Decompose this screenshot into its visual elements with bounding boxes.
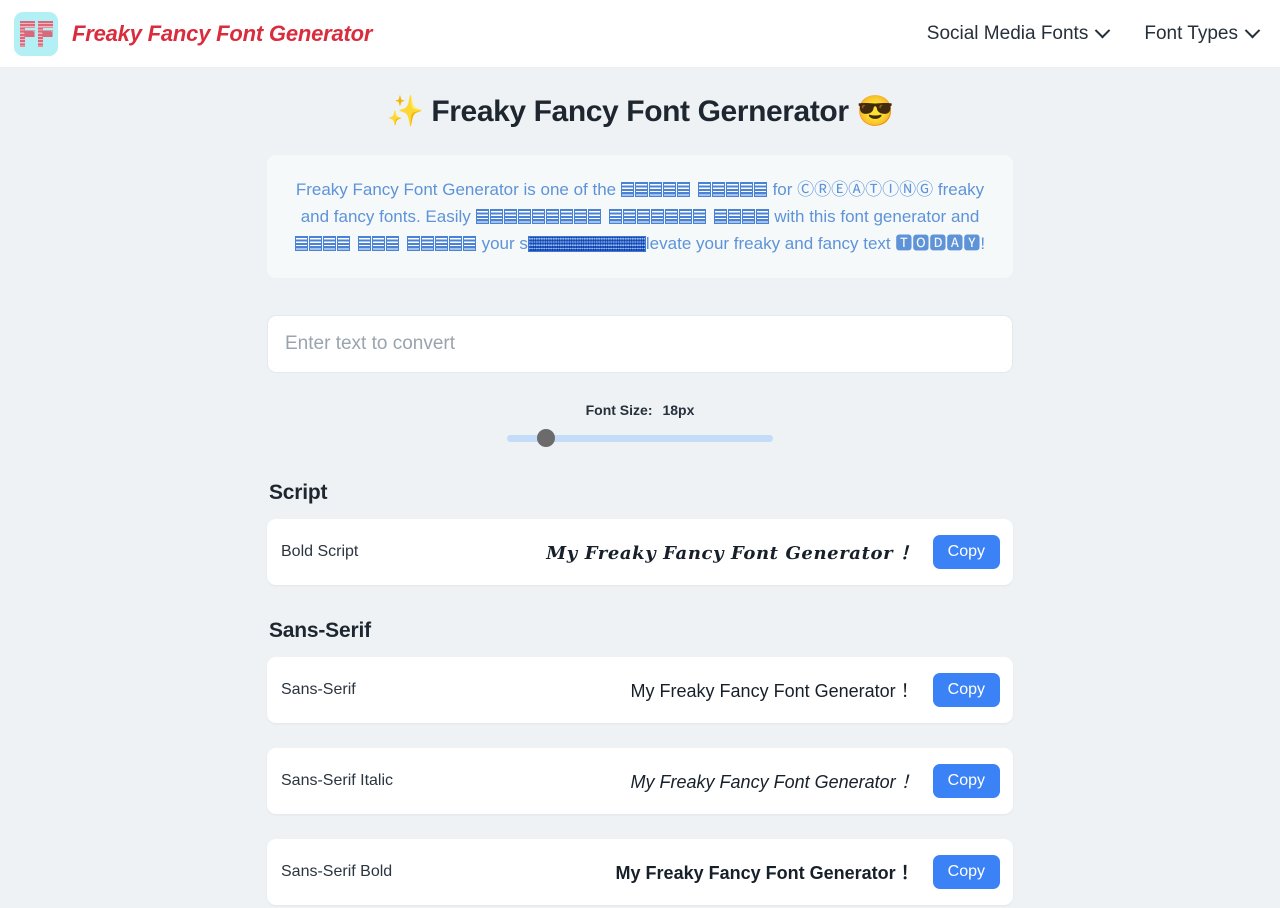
tofu-block-dense [527, 235, 646, 252]
font-row-sample: My Freaky Fancy Font Generator ！ [615, 862, 919, 883]
intro-text-part-4: with this font generator and [769, 206, 980, 226]
tofu-block-group-2 [476, 204, 770, 231]
tofu-block-group-1 [621, 177, 768, 204]
copy-button[interactable]: Copy [932, 534, 1000, 569]
font-row-name: Sans-Serif [281, 680, 356, 698]
font-row-sample: My Freaky Fancy Font Generator ！ [630, 771, 919, 792]
nav-item-font-types[interactable]: Font Types [1144, 22, 1261, 45]
font-size-value: 18px [662, 401, 695, 418]
font-row: Sans-Serif Italic My Freaky Fancy Font Ge… [267, 747, 1013, 814]
circled-word-creating: ⒸⓇⒺⒶⓉⒾⓃⒼ [797, 180, 934, 200]
content-container: Freaky Fancy Font Generator is one of th… [267, 155, 1013, 905]
intro-text-part-1: Freaky Fancy Font Generator is one of th… [295, 180, 621, 199]
font-size-label: Font Size: [585, 401, 653, 418]
section-title: Sans-Serif [269, 618, 371, 642]
copy-button[interactable]: Copy [932, 763, 1000, 798]
copy-button[interactable]: Copy [932, 854, 1000, 889]
chevron-down-icon [1095, 22, 1111, 39]
nav-item-social-media-fonts[interactable]: Social Media Fonts [926, 22, 1111, 45]
page-title: ✨ Freaky Fancy Font Gernerator 😎 [386, 95, 894, 128]
slider-thumb[interactable] [536, 428, 555, 447]
brand-logo[interactable]: Freaky Fancy Font Generator [14, 11, 373, 56]
intro-text-part-6: levate your freaky and fancy text [645, 233, 896, 253]
section-title: Script [269, 480, 328, 504]
tofu-block-group-3 [295, 231, 477, 258]
font-size-slider[interactable] [507, 428, 773, 447]
intro-text-part-5: your s [476, 233, 528, 253]
font-row-name: Sans-Serif Bold [281, 862, 393, 880]
font-row: Sans-Serif My Freaky Fancy Font Generator… [267, 656, 1013, 723]
copy-button[interactable]: Copy [932, 672, 1000, 707]
font-row-sample: My Freaky Fancy Font Generator ！ [546, 542, 919, 564]
font-row: Sans-Serif Bold My Freaky Fancy Font Gene… [267, 838, 1013, 905]
font-row: Bold Script My Freaky Fancy Font Generato… [267, 518, 1013, 585]
nav-label-social-media-fonts: Social Media Fonts [926, 22, 1089, 44]
convert-text-input[interactable] [267, 314, 1013, 373]
intro-text-part-7: ! [980, 233, 986, 253]
page-content: ✨ Freaky Fancy Font Gernerator 😎 Freaky … [0, 68, 1280, 905]
font-size-label-row: Font Size: 18px [267, 402, 1013, 418]
intro-text-part-2: for [767, 180, 798, 199]
brand-name: Freaky Fancy Font Generator [72, 20, 373, 46]
font-sections: Script Bold Script My Freaky Fancy Font Ge… [267, 481, 1013, 905]
nav-label-font-types: Font Types [1144, 22, 1238, 44]
font-row-name: Bold Script [281, 542, 359, 560]
boxed-word-today: 🆃🅾🅳🅰🆈 [895, 233, 981, 254]
main-nav: Social Media Fonts Font Types [926, 22, 1261, 45]
logo-icon [14, 11, 58, 56]
site-header: Freaky Fancy Font Generator Social Media… [0, 0, 1280, 68]
font-row-name: Sans-Serif Italic [281, 771, 394, 789]
chevron-down-icon [1244, 22, 1261, 39]
intro-description: Freaky Fancy Font Generator is one of th… [267, 155, 1013, 278]
font-size-control: Font Size: 18px [267, 402, 1013, 447]
font-row-sample: My Freaky Fancy Font Generator ！ [630, 680, 919, 701]
